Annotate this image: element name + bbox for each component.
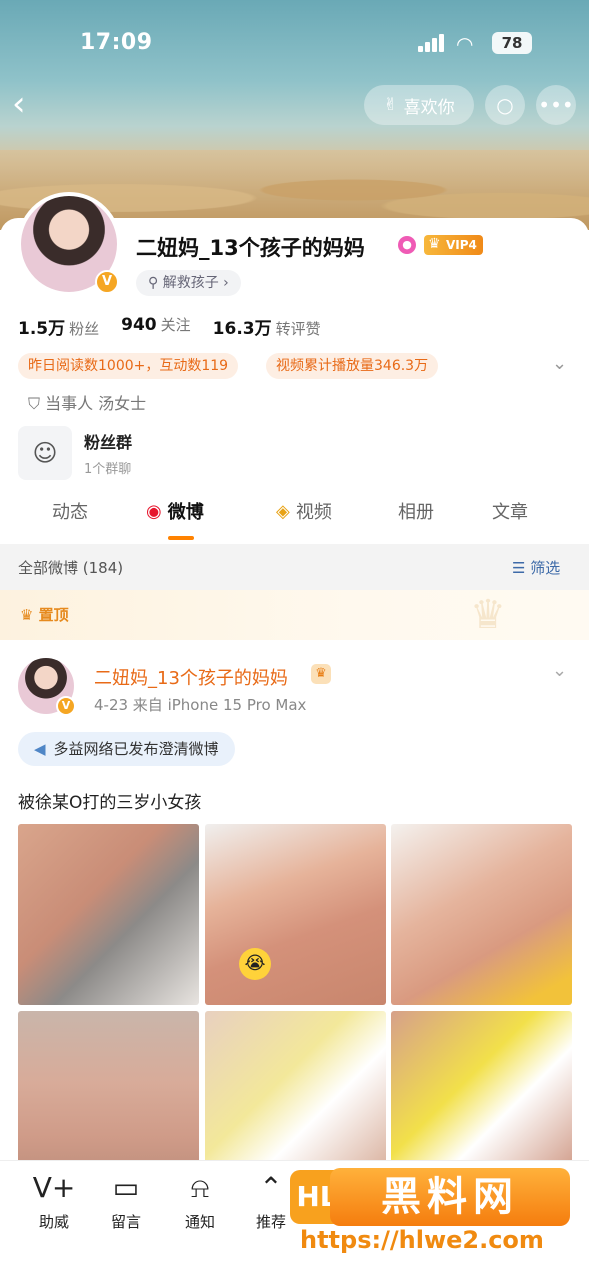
filter-icon: ☰	[512, 559, 531, 577]
speaker-icon: ◀	[34, 740, 46, 758]
watermark-logo: HL 黑料网	[290, 1162, 575, 1230]
post-meta: 4-23 来自 iPhone 15 Pro Max	[94, 696, 307, 714]
post-author-name[interactable]: 二妞妈_13个孩子的妈妈	[94, 664, 288, 690]
cheer-button[interactable]: V+ 助威	[24, 1171, 84, 1232]
stats-row: 1.5万 粉丝 940 关注 16.3万 转评赞	[18, 314, 321, 339]
stat-following[interactable]: 940 关注	[121, 314, 191, 339]
cheer-icon: V+	[32, 1171, 76, 1204]
more-button[interactable]: •••	[536, 85, 576, 125]
weibo-count: 全部微博 (184)	[18, 559, 124, 577]
pinned-label: ♛ 置顶	[20, 606, 69, 624]
member-crown-icon: ♛	[311, 664, 331, 684]
party-label: 当事人 汤女士	[45, 394, 147, 413]
search-button[interactable]: ○	[485, 85, 525, 125]
tab-dynamics[interactable]: 动态	[52, 498, 88, 524]
stat-fans[interactable]: 1.5万 粉丝	[18, 314, 99, 339]
back-button[interactable]: ‹	[12, 87, 48, 123]
tab-album[interactable]: 相册	[398, 498, 434, 524]
crying-emoji-icon: 😭	[239, 948, 271, 980]
wifi-icon: ◠	[456, 32, 474, 56]
highlight-video-plays[interactable]: 视频累计播放量346.3万	[266, 353, 439, 379]
weibo-list-header: 全部微博 (184) ☰ 筛选	[0, 544, 589, 590]
post-verified-icon: V	[56, 696, 76, 716]
notice-text: 多益网络已发布澄清微博	[53, 740, 219, 758]
bell-icon: ⍾	[190, 1171, 210, 1204]
tab-article[interactable]: 文章	[492, 498, 528, 524]
status-bar: 17:09 ◠ 78	[0, 28, 589, 58]
gesture-icon: ✌	[383, 95, 398, 115]
post-menu-chevron-icon[interactable]: ⌄	[552, 660, 567, 681]
tab-weibo[interactable]: ◉ 微博	[146, 498, 204, 540]
filter-button[interactable]: ☰ 筛选	[512, 557, 560, 578]
photo-1[interactable]	[18, 824, 199, 1005]
photo-3[interactable]	[391, 824, 572, 1005]
highlight-reads[interactable]: 昨日阅读数1000+，互动数119	[18, 353, 239, 379]
crown-decoration-icon: ♛	[470, 592, 506, 638]
like-button[interactable]: ✌ 喜欢你	[364, 85, 474, 125]
notify-button[interactable]: ⍾ 通知	[170, 1171, 230, 1232]
shield-icon: ⛉	[28, 394, 46, 413]
battery-indicator: 78	[492, 32, 532, 54]
video-icon: ◈	[276, 500, 290, 522]
profile-tabs: 动态 ◉ 微博 ◈ 视频 相册 文章	[0, 498, 589, 542]
stat-reposts[interactable]: 16.3万 转评赞	[213, 314, 321, 339]
profile-tag[interactable]: ⚲ 解救孩子 ›	[136, 270, 241, 296]
vip-badge[interactable]: VIP4	[424, 234, 483, 255]
fan-group-subtitle: 1个群聊	[84, 462, 132, 477]
pinned-banner: ♛ 置顶 ♛	[0, 590, 589, 640]
post-text: 被徐某O打的三岁小女孩	[18, 793, 202, 813]
weibo-logo-icon: ◉	[146, 500, 162, 522]
user-name: 二妞妈_13个孩子的妈妈	[136, 236, 365, 260]
watermark-url: https://hlwe2.com	[300, 1226, 544, 1254]
more-icon: •••	[538, 93, 574, 117]
chevron-down-icon[interactable]: ⌄	[552, 353, 567, 374]
verified-badge-icon: V	[95, 270, 119, 294]
photo-2[interactable]: 😭	[205, 824, 386, 1005]
watermark-text: 黑料网	[330, 1168, 570, 1226]
fan-group-title[interactable]: 粉丝群	[84, 429, 132, 453]
crown-icon: ♛	[20, 606, 39, 624]
party-info: ⛉ 当事人 汤女士	[28, 390, 146, 414]
message-icon: ▭	[112, 1171, 140, 1204]
like-label: 喜欢你	[403, 97, 455, 118]
search-icon: ○	[496, 93, 514, 117]
profile-tag-label: 解救孩子 ›	[162, 275, 229, 291]
person-icon: ⚲	[148, 275, 163, 291]
signal-icon	[418, 34, 448, 52]
profile-card: V 二妞妈_13个孩子的妈妈 ● VIP4 ⚲ 解救孩子 › 1.5万粉丝 94…	[0, 192, 589, 548]
fan-group-icon[interactable]: ☺	[18, 426, 72, 480]
status-time: 17:09	[80, 30, 153, 55]
message-button[interactable]: ▭ 留言	[96, 1171, 156, 1232]
lock-icon: ●	[398, 236, 416, 254]
clarification-notice[interactable]: ◀ 多益网络已发布澄清微博	[18, 732, 235, 766]
tab-video[interactable]: ◈ 视频	[276, 498, 332, 524]
top-nav: ‹ ✌ 喜欢你 ○ •••	[0, 85, 589, 125]
tab-underline	[168, 536, 194, 540]
